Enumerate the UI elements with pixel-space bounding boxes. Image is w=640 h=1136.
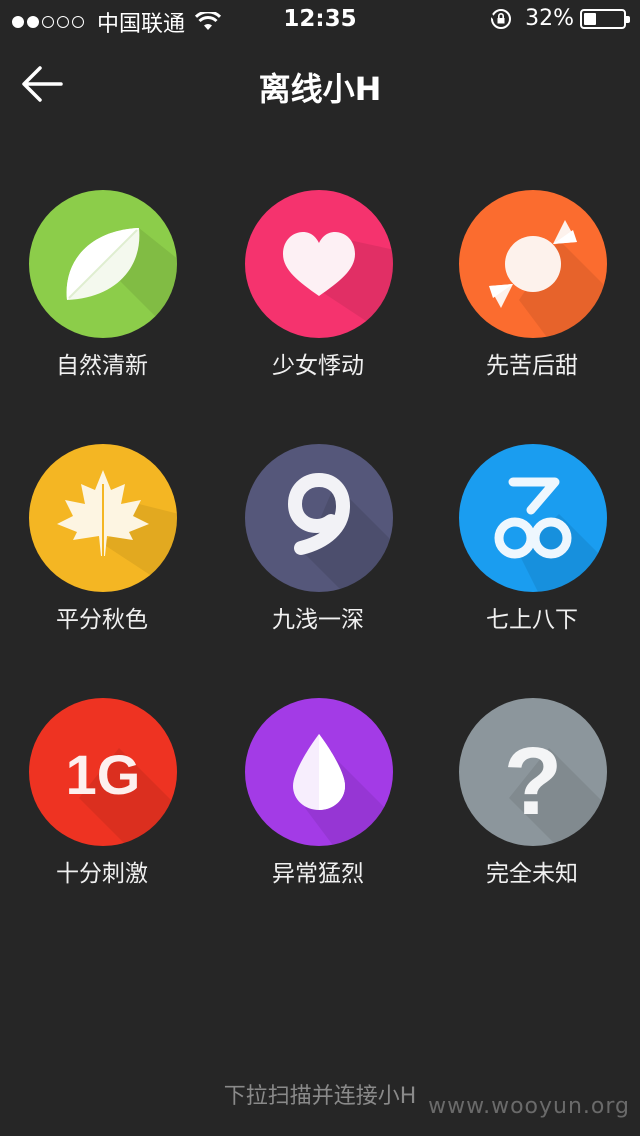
mode-label: 九浅一深 — [272, 607, 364, 633]
mode-label: 先苦后甜 — [486, 353, 578, 379]
mode-shifen-ciji[interactable]: 1G 十分刺激 — [2, 698, 202, 898]
rotation-lock-icon — [490, 8, 512, 29]
maple-leaf-icon — [57, 470, 177, 592]
candy-icon — [489, 220, 607, 338]
status-right: 32% — [489, 6, 630, 31]
mode-circle — [29, 190, 177, 338]
nav-bar: 离线小H — [0, 50, 640, 120]
mode-circle — [459, 190, 607, 338]
1g-icon: 1G — [66, 743, 177, 846]
page-title: 离线小H — [258, 70, 382, 108]
battery-fill — [584, 12, 596, 25]
question-icon: ? — [504, 728, 607, 846]
mode-label: 十分刺激 — [56, 861, 148, 887]
mode-qishang-baxia[interactable]: 七上八下 — [432, 444, 632, 644]
mode-label: 七上八下 — [486, 607, 578, 633]
mode-circle — [245, 698, 393, 846]
watermark: www.wooyun.org — [428, 1094, 630, 1119]
mode-label: 平分秋色 — [56, 607, 148, 633]
mode-xianku-houtian[interactable]: 先苦后甜 — [432, 190, 632, 390]
status-bar: 中国联通 12:35 32% — [0, 0, 640, 40]
heart-icon — [283, 232, 393, 338]
leaf-icon — [66, 228, 177, 338]
question-mark-text: ? — [504, 728, 563, 835]
battery-icon — [580, 8, 630, 29]
mode-circle — [459, 444, 607, 592]
1g-text: 1G — [66, 743, 141, 806]
mode-circle — [29, 444, 177, 592]
mode-pingfen-qiuse[interactable]: 平分秋色 — [2, 444, 202, 644]
nine-icon — [287, 472, 393, 592]
mode-yichang-menglie[interactable]: 异常猛烈 — [218, 698, 418, 898]
seven-eight-icon — [494, 477, 607, 592]
mode-shaonv-jidong[interactable]: 少女悸动 — [218, 190, 418, 390]
drop-icon — [293, 734, 393, 846]
mode-ziran-qingxin[interactable]: 自然清新 — [2, 190, 202, 390]
mode-circle: 1G — [29, 698, 177, 846]
mode-label: 异常猛烈 — [272, 861, 364, 887]
mode-circle: ? — [459, 698, 607, 846]
mode-jiuqian-yishen[interactable]: 九浅一深 — [218, 444, 418, 644]
mode-wanquan-weizhi[interactable]: ? 完全未知 — [432, 698, 632, 898]
mode-circle — [245, 190, 393, 338]
mode-circle — [245, 444, 393, 592]
mode-label: 少女悸动 — [272, 353, 364, 379]
mode-label: 自然清新 — [56, 353, 148, 379]
battery-percent: 32% — [525, 6, 574, 31]
mode-label: 完全未知 — [486, 861, 578, 887]
